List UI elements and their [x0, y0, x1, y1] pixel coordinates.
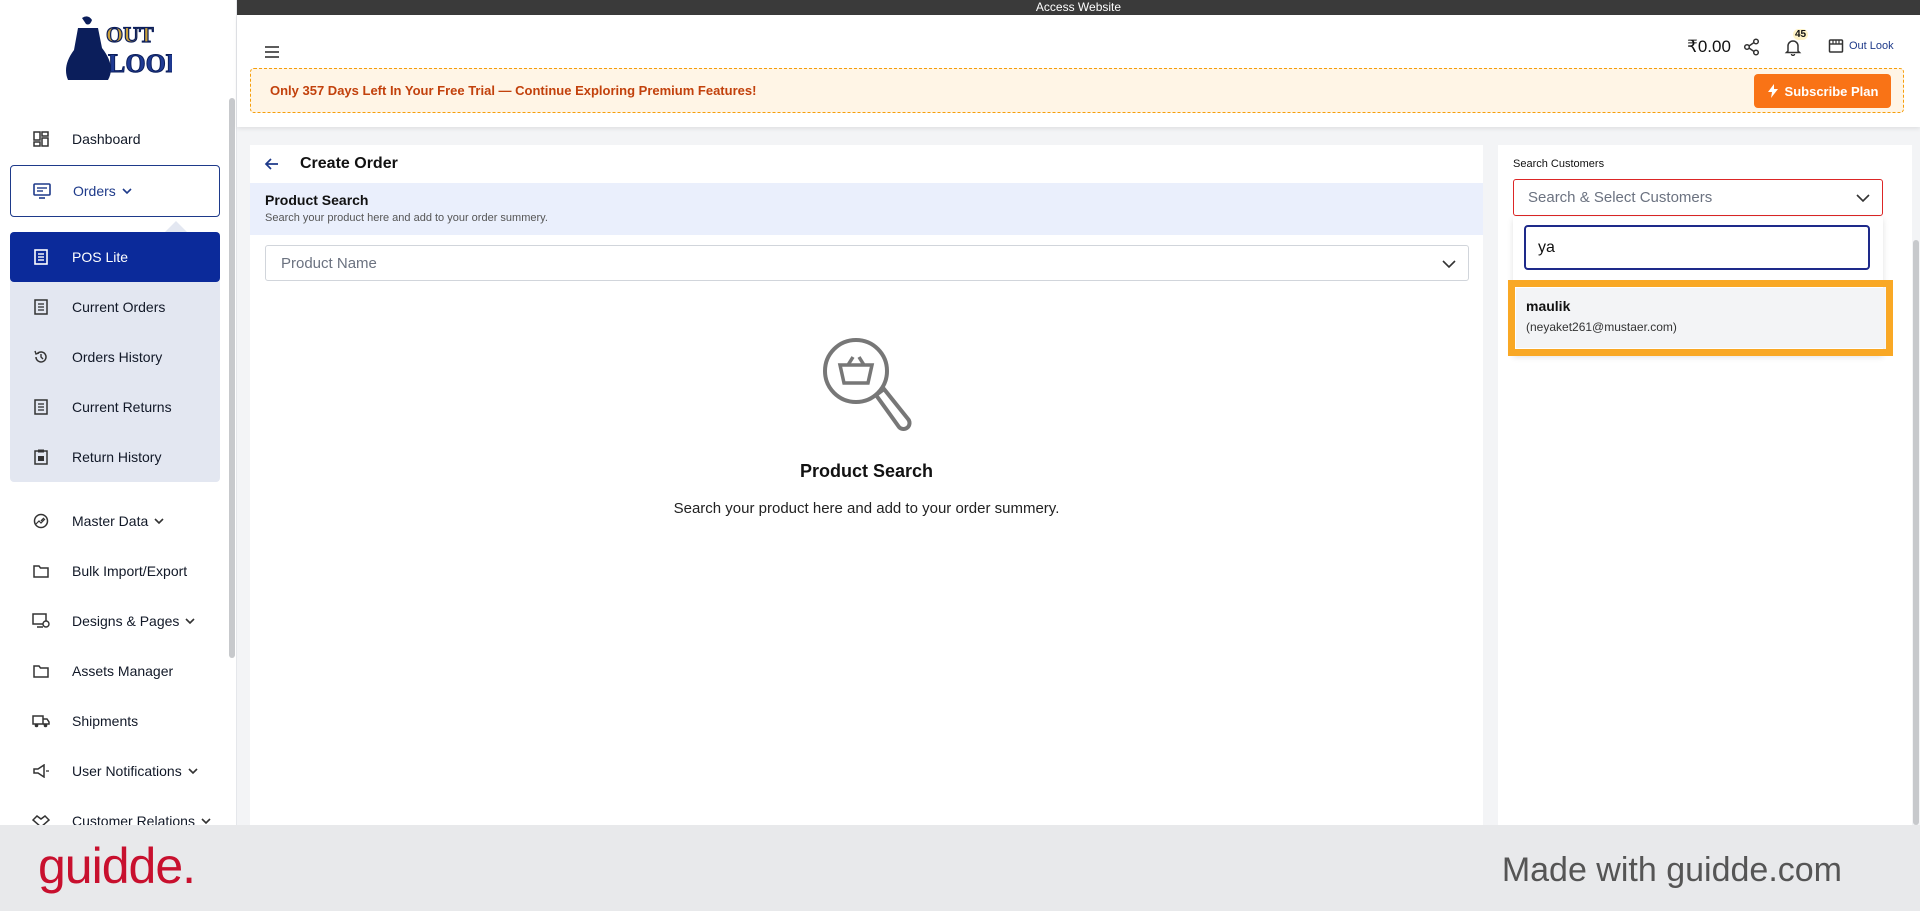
- empty-state-title: Product Search: [799, 461, 934, 481]
- sidebar-item-label: Assets Manager: [72, 663, 174, 679]
- customer-name: maulik: [1526, 298, 1571, 314]
- store-icon[interactable]: [1828, 38, 1844, 54]
- chevron-down-icon: [188, 768, 198, 775]
- svg-text:LOOK: LOOK: [108, 49, 172, 78]
- sidebar-item-label: Orders: [73, 183, 116, 199]
- sidebar-item-label: Orders History: [72, 349, 163, 365]
- trial-banner: Only 357 Days Left In Your Free Trial — …: [250, 68, 1904, 113]
- svg-text:OUT: OUT: [106, 22, 154, 47]
- sidebar-item-designs-pages[interactable]: Designs & Pages: [10, 596, 220, 646]
- menu-icon[interactable]: [263, 45, 281, 59]
- customer-email: (neyaket261@mustaer.com): [1526, 320, 1677, 334]
- customer-search-input[interactable]: [1524, 225, 1870, 270]
- trial-message: Only 357 Days Left In Your Free Trial — …: [270, 83, 757, 98]
- folder-icon: [30, 560, 52, 582]
- sidebar-item-assets-manager[interactable]: Assets Manager: [10, 646, 220, 696]
- gauge-icon: [30, 510, 52, 532]
- customer-select-placeholder: Search & Select Customers: [1528, 189, 1713, 206]
- chevron-down-icon: [201, 818, 211, 825]
- sidebar-item-label: Master Data: [72, 513, 149, 529]
- lightning-icon: [1767, 84, 1778, 98]
- chevron-down-icon: [185, 618, 195, 625]
- monitor-icon: [31, 180, 53, 202]
- chevron-down-icon: [154, 518, 164, 525]
- customer-select[interactable]: Search & Select Customers: [1513, 179, 1883, 216]
- sidebar-item-current-orders[interactable]: Current Orders: [10, 282, 220, 332]
- truck-icon: [30, 710, 52, 732]
- search-customers-label: Search Customers: [1513, 158, 1605, 170]
- clipboard-icon: [30, 446, 52, 468]
- sidebar-item-user-notifications[interactable]: User Notifications: [10, 746, 220, 796]
- megaphone-icon: [30, 760, 52, 782]
- bell-icon[interactable]: [1784, 38, 1802, 56]
- product-name-placeholder: Product Name: [281, 255, 377, 272]
- store-name-link[interactable]: Out Look: [1849, 40, 1894, 52]
- sidebar-item-shipments[interactable]: Shipments: [10, 696, 220, 746]
- product-search-subtitle: Search your product here and add to your…: [265, 212, 548, 224]
- dashboard-icon: [30, 128, 52, 150]
- product-search-header: Product Search Search your product here …: [250, 183, 1483, 235]
- made-with-text: Made with guidde.com: [1501, 851, 1842, 889]
- basket-search-icon: [823, 338, 912, 431]
- sidebar-item-current-returns[interactable]: Current Returns: [10, 382, 220, 432]
- create-order-panel: Create Order Product Search Search your …: [250, 145, 1483, 825]
- guidde-footer: guidde. Made with guidde.com: [0, 825, 1920, 911]
- sidebar-item-bulk-import-export[interactable]: Bulk Import/Export: [10, 546, 220, 596]
- sidebar-item-label: POS Lite: [72, 249, 129, 265]
- chevron-down-icon: [122, 188, 132, 195]
- subscribe-plan-label: Subscribe Plan: [1784, 83, 1879, 99]
- sidebar-item-return-history[interactable]: Return History: [10, 432, 220, 482]
- guidde-logo: guidde.: [38, 838, 196, 894]
- customer-result-item[interactable]: maulik (neyaket261@mustaer.com): [1516, 288, 1885, 348]
- header: ₹0.00 45 Out Look Only 357 Days Left In …: [237, 15, 1920, 127]
- sidebar-item-master-data[interactable]: Master Data: [10, 496, 220, 546]
- brand-logo[interactable]: OUT LOOK: [64, 14, 172, 84]
- handshake-icon: [30, 810, 52, 825]
- sidebar-item-customer-relations[interactable]: Customer Relations: [10, 796, 220, 825]
- sidebar-item-label: Customer Relations: [72, 813, 195, 825]
- list-icon: [30, 296, 52, 318]
- subscribe-plan-button[interactable]: Subscribe Plan: [1754, 74, 1891, 108]
- chevron-down-icon: [1856, 194, 1870, 203]
- sidebar-item-orders-history[interactable]: Orders History: [10, 332, 220, 382]
- folder-icon: [30, 660, 52, 682]
- product-name-select[interactable]: Product Name: [265, 245, 1469, 281]
- sidebar: OUT LOOK Dashboard Orders POS Lite Curre…: [0, 0, 237, 825]
- product-search-title: Product Search: [265, 192, 369, 208]
- wallet-balance: ₹0.00: [1687, 37, 1731, 56]
- sidebar-item-label: Return History: [72, 449, 162, 465]
- notification-badge: 45: [1793, 29, 1809, 40]
- sidebar-item-dashboard[interactable]: Dashboard: [10, 114, 220, 164]
- chevron-down-icon: [1442, 260, 1456, 269]
- history-icon: [30, 346, 52, 368]
- right-scrollbar[interactable]: [1913, 240, 1919, 825]
- sidebar-item-label: Dashboard: [72, 131, 141, 147]
- access-website-bar[interactable]: Access Website: [237, 0, 1920, 15]
- back-arrow-icon[interactable]: [264, 156, 280, 172]
- sidebar-item-orders[interactable]: Orders: [10, 165, 220, 217]
- sidebar-item-label: Designs & Pages: [72, 613, 180, 629]
- sidebar-item-label: Bulk Import/Export: [72, 563, 188, 579]
- sidebar-item-label: Shipments: [72, 713, 139, 729]
- sidebar-item-pos-lite[interactable]: POS Lite: [10, 232, 220, 282]
- sidebar-scrollbar[interactable]: [229, 98, 235, 658]
- design-icon: [30, 610, 52, 632]
- sidebar-item-label: Current Orders: [72, 299, 166, 315]
- customer-panel: Search Customers Search & Select Custome…: [1498, 145, 1912, 825]
- share-icon[interactable]: [1743, 38, 1761, 56]
- sidebar-item-label: User Notifications: [72, 763, 182, 779]
- page-title: Create Order: [300, 155, 398, 172]
- receipt-icon: [30, 246, 52, 268]
- sidebar-item-label: Current Returns: [72, 399, 172, 415]
- empty-state-subtitle: Search your product here and add to your…: [673, 500, 1060, 517]
- list-icon: [30, 396, 52, 418]
